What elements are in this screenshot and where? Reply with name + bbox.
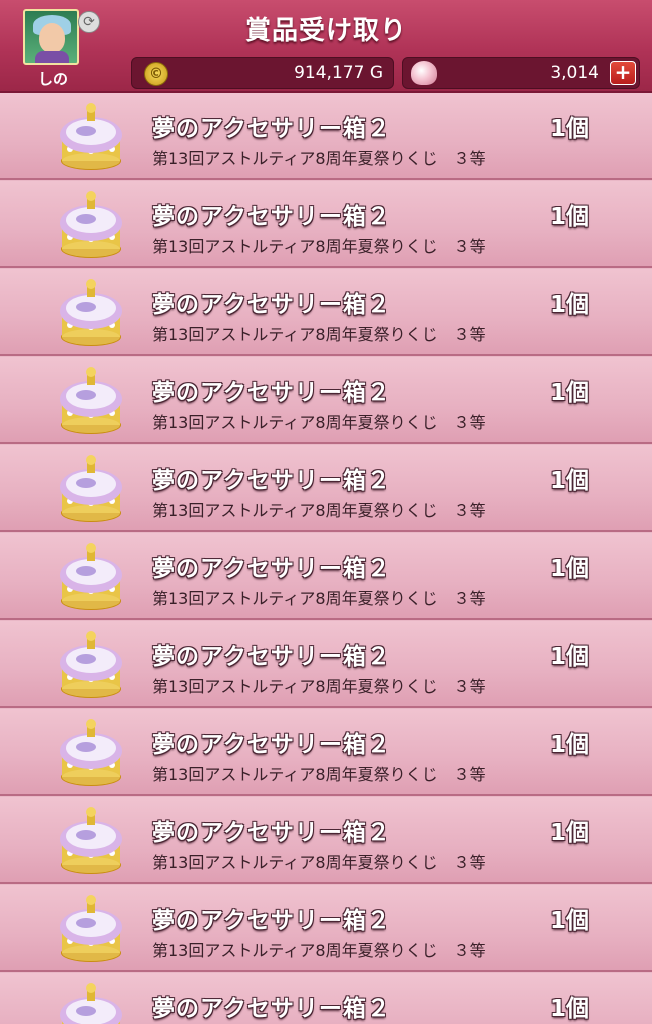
item-quantity: 1個 (550, 820, 590, 846)
username: しの (37, 70, 68, 88)
item-name: 夢のアクセサリー箱２ (152, 468, 391, 494)
item-source: 第13回アストルティア8周年夏祭りくじ ３等 (152, 237, 486, 256)
item-quantity: 1個 (550, 996, 590, 1022)
jewelry-box-icon (60, 895, 122, 962)
prize-row[interactable]: 夢のアクセサリー箱２ 第13回アストルティア8周年夏祭りくじ ３等 1個 (0, 885, 652, 972)
add-gems-button[interactable]: + (610, 61, 636, 85)
item-source: 第13回アストルティア8周年夏祭りくじ ３等 (152, 149, 486, 168)
coin-amount: 914,177 G (294, 63, 383, 83)
prize-row[interactable]: 夢のアクセサリー箱２ 第13回アストルティア8周年夏祭りくじ ３等 1個 (0, 445, 652, 532)
jewelry-box-icon (60, 191, 122, 258)
item-source: 第13回アストルティア8周年夏祭りくじ ３等 (152, 765, 486, 784)
prize-row[interactable]: 夢のアクセサリー箱２ 第13回アストルティア8周年夏祭りくじ ３等 1個 (0, 269, 652, 356)
item-name: 夢のアクセサリー箱２ (152, 732, 391, 758)
coin-balance: © 914,177 G (131, 57, 394, 89)
item-quantity: 1個 (550, 908, 590, 934)
prize-row[interactable]: 夢のアクセサリー箱２ 第13回アストルティア8周年夏祭りくじ ３等 1個 (0, 621, 652, 708)
page-title: 賞品受け取り (244, 16, 407, 46)
item-name: 夢のアクセサリー箱２ (152, 908, 391, 934)
prize-row[interactable]: 夢のアクセサリー箱２ 第13回アストルティア8周年夏祭りくじ ３等 1個 (0, 357, 652, 444)
prize-row[interactable]: 夢のアクセサリー箱２ 第13回アストルティア8周年夏祭りくじ ３等 1個 (0, 533, 652, 620)
item-source: 第13回アストルティア8周年夏祭りくじ ３等 (152, 677, 486, 696)
item-name: 夢のアクセサリー箱２ (152, 556, 391, 582)
item-name: 夢のアクセサリー箱２ (152, 996, 391, 1022)
item-source: 第13回アストルティア8周年夏祭りくじ ３等 (152, 589, 486, 608)
jewelry-box-icon (60, 279, 122, 346)
prize-row[interactable]: 夢のアクセサリー箱２ 第13回アストルティア8周年夏祭りくじ ３等 1個 (0, 93, 652, 180)
item-quantity: 1個 (550, 292, 590, 318)
avatar-body (35, 51, 69, 63)
item-source: 第13回アストルティア8周年夏祭りくじ ３等 (152, 853, 486, 872)
prize-list: 夢のアクセサリー箱２ 第13回アストルティア8周年夏祭りくじ ３等 1個 夢のア… (0, 93, 652, 1024)
prize-row[interactable]: 夢のアクセサリー箱２ 第13回アストルティア8周年夏祭りくじ ３等 1個 (0, 973, 652, 1024)
gem-icon (411, 61, 437, 85)
item-name: 夢のアクセサリー箱２ (152, 292, 391, 318)
jewelry-box-icon (60, 807, 122, 874)
prize-row[interactable]: 夢のアクセサリー箱２ 第13回アストルティア8周年夏祭りくじ ３等 1個 (0, 797, 652, 884)
item-name: 夢のアクセサリー箱２ (152, 380, 391, 406)
gold-coin-icon: © (144, 62, 168, 86)
gem-amount: 3,014 (550, 63, 599, 83)
item-source: 第13回アストルティア8周年夏祭りくじ ３等 (152, 325, 486, 344)
jewelry-box-icon (60, 719, 122, 786)
jewelry-box-icon (60, 983, 122, 1024)
item-source: 第13回アストルティア8周年夏祭りくじ ３等 (152, 501, 486, 520)
item-quantity: 1個 (550, 116, 590, 142)
item-name: 夢のアクセサリー箱２ (152, 820, 391, 846)
gem-balance: 3,014 + (402, 57, 640, 89)
jewelry-box-icon (60, 543, 122, 610)
jewelry-box-icon (60, 455, 122, 522)
item-quantity: 1個 (550, 204, 590, 230)
item-quantity: 1個 (550, 732, 590, 758)
item-name: 夢のアクセサリー箱２ (152, 204, 391, 230)
item-source: 第13回アストルティア8周年夏祭りくじ ３等 (152, 941, 486, 960)
item-quantity: 1個 (550, 644, 590, 670)
item-name: 夢のアクセサリー箱２ (152, 644, 391, 670)
item-quantity: 1個 (550, 556, 590, 582)
prize-row[interactable]: 夢のアクセサリー箱２ 第13回アストルティア8周年夏祭りくじ ３等 1個 (0, 181, 652, 268)
prize-row[interactable]: 夢のアクセサリー箱２ 第13回アストルティア8周年夏祭りくじ ３等 1個 (0, 709, 652, 796)
item-quantity: 1個 (550, 468, 590, 494)
item-source: 第13回アストルティア8周年夏祭りくじ ３等 (152, 413, 486, 432)
item-quantity: 1個 (550, 380, 590, 406)
item-name: 夢のアクセサリー箱２ (152, 116, 391, 142)
header-bar: ⟳ しの 賞品受け取り © 914,177 G 3,014 + (0, 0, 652, 93)
jewelry-box-icon (60, 103, 122, 170)
jewelry-box-icon (60, 631, 122, 698)
jewelry-box-icon (60, 367, 122, 434)
